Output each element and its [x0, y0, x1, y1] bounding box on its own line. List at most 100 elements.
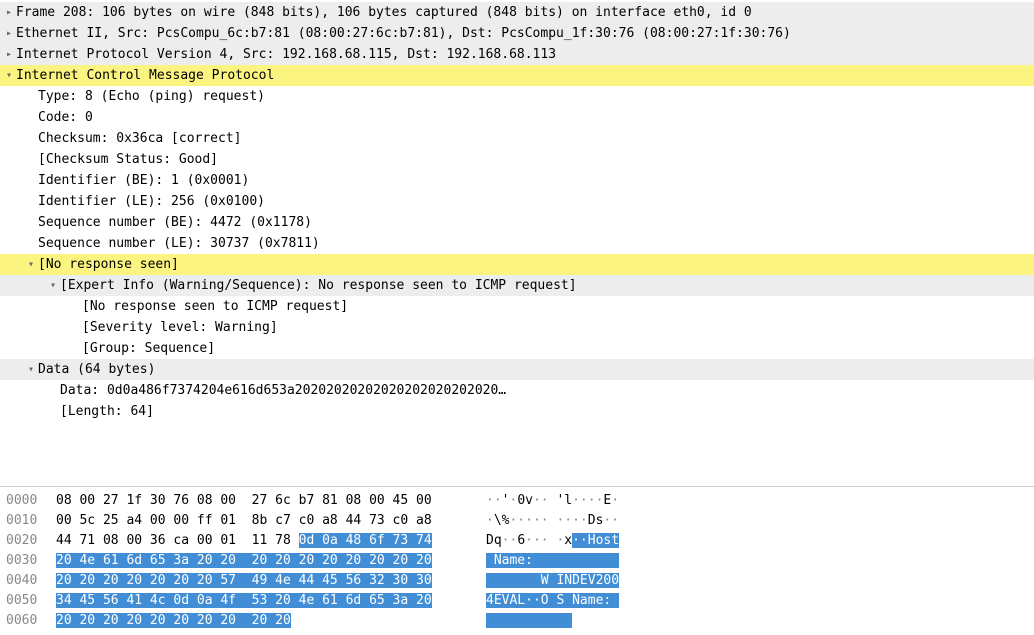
tree-row-icmp[interactable]: ▾ Internet Control Message Protocol	[0, 65, 1034, 86]
hex-ascii-segment[interactable]: 'l	[556, 493, 572, 508]
hex-ascii-segment[interactable]: O S Name:	[541, 593, 619, 608]
hex-ascii[interactable]	[486, 611, 686, 631]
tree-row-icmp-seq-le[interactable]: ▸ Sequence number (LE): 30737 (0x7811)	[0, 233, 1034, 254]
tree-row-data-length[interactable]: ▸ [Length: 64]	[0, 401, 1034, 422]
hex-ascii[interactable]: Name:	[486, 551, 686, 571]
hex-ascii-segment[interactable]: ··	[603, 513, 619, 528]
hex-ascii-segment[interactable]: ··	[572, 533, 588, 548]
hex-ascii-segment[interactable]: 4EVAL	[486, 593, 525, 608]
hex-row[interactable]: 001000 5c 25 a4 00 00 ff 01 8b c7 c0 a8 …	[6, 511, 1028, 531]
hex-bytes[interactable]: 00 5c 25 a4 00 00 ff 01 8b c7 c0 a8 44 7…	[56, 511, 486, 531]
hex-ascii-segment[interactable]: Name:	[486, 553, 619, 568]
hex-ascii-segment[interactable]: ··	[533, 493, 556, 508]
hex-ascii-segment[interactable]: ·	[486, 513, 494, 528]
tree-row-icmp-seq-be[interactable]: ▸ Sequence number (BE): 4472 (0x1178)	[0, 212, 1034, 233]
hex-offset: 0020	[6, 531, 56, 551]
hex-ascii-segment[interactable]	[486, 613, 572, 628]
hex-bytes[interactable]: 20 20 20 20 20 20 20 57 49 4e 44 45 56 3…	[56, 571, 486, 591]
tree-row-icmp-checksum-status[interactable]: ▸ [Checksum Status: Good]	[0, 149, 1034, 170]
no-response-label: [No response seen]	[38, 254, 179, 275]
hex-ascii-segment[interactable]: 6	[517, 533, 525, 548]
hex-bytes[interactable]: 08 00 27 1f 30 76 08 00 27 6c b7 81 08 0…	[56, 491, 486, 511]
hex-offset: 0060	[6, 611, 56, 631]
expert-severity-value: [Severity level: Warning]	[82, 317, 278, 338]
hex-ascii[interactable]: 4EVAL··O S Name:	[486, 591, 686, 611]
expert-detail-value: [No response seen to ICMP request]	[82, 296, 348, 317]
expand-arrow-icon[interactable]: ▸	[2, 2, 16, 23]
collapse-arrow-icon[interactable]: ▾	[2, 65, 16, 86]
icmp-seq-le-value: Sequence number (LE): 30737 (0x7811)	[38, 233, 320, 254]
frame-summary: Frame 208: 106 bytes on wire (848 bits),…	[16, 2, 752, 23]
hex-byte-segment[interactable]: 20 4e 61 6d 65 3a 20 20 20 20 20 20 20 2…	[56, 553, 432, 568]
hex-ascii[interactable]: Dq··6··· ·x··Host	[486, 531, 686, 551]
tree-row-data[interactable]: ▾ Data (64 bytes)	[0, 359, 1034, 380]
hex-ascii-segment[interactable]: Dq	[486, 533, 502, 548]
icmp-checksum-value: Checksum: 0x36ca [correct]	[38, 128, 242, 149]
hex-byte-segment[interactable]: 20 20 20 20 20 20 20 20 20 20	[56, 613, 291, 628]
hex-bytes[interactable]: 20 20 20 20 20 20 20 20 20 20	[56, 611, 486, 631]
hex-byte-segment[interactable]: 0d 0a 48 6f 73 74	[299, 533, 432, 548]
icmp-id-le-value: Identifier (LE): 256 (0x0100)	[38, 191, 265, 212]
tree-row-icmp-id-be[interactable]: ▸ Identifier (BE): 1 (0x0001)	[0, 170, 1034, 191]
hex-offset: 0010	[6, 511, 56, 531]
hex-ascii-segment[interactable]: ····	[572, 493, 603, 508]
hex-offset: 0040	[6, 571, 56, 591]
tree-row-no-response[interactable]: ▾ [No response seen]	[0, 254, 1034, 275]
hex-row[interactable]: 004020 20 20 20 20 20 20 57 49 4e 44 45 …	[6, 571, 1028, 591]
hex-ascii-segment[interactable]: x	[564, 533, 572, 548]
expand-arrow-icon[interactable]: ▸	[2, 44, 16, 65]
hex-row[interactable]: 006020 20 20 20 20 20 20 20 20 20	[6, 611, 1028, 631]
hex-ascii-segment[interactable]: 0v	[517, 493, 533, 508]
expert-group-value: [Group: Sequence]	[82, 338, 215, 359]
packet-bytes-pane[interactable]: 000008 00 27 1f 30 76 08 00 27 6c b7 81 …	[0, 486, 1034, 635]
tree-row-icmp-checksum[interactable]: ▸ Checksum: 0x36ca [correct]	[0, 128, 1034, 149]
tree-row-expert-detail-3[interactable]: ▸ [Group: Sequence]	[0, 338, 1034, 359]
icmp-checksum-status-value: [Checksum Status: Good]	[38, 149, 218, 170]
collapse-arrow-icon[interactable]: ▾	[24, 359, 38, 380]
tree-row-ipv4[interactable]: ▸ Internet Protocol Version 4, Src: 192.…	[0, 44, 1034, 65]
hex-byte-segment[interactable]: 34 45 56 41 4c 0d 0a 4f 53 20 4e 61 6d 6…	[56, 593, 432, 608]
hex-byte-segment[interactable]: 44 71 08 00 36 ca 00 01 11 78	[56, 533, 299, 548]
hex-ascii-segment[interactable]: ··	[486, 493, 502, 508]
hex-ascii-segment[interactable]: ··	[525, 593, 541, 608]
hex-row[interactable]: 005034 45 56 41 4c 0d 0a 4f 53 20 4e 61 …	[6, 591, 1028, 611]
tree-row-frame[interactable]: ▸ Frame 208: 106 bytes on wire (848 bits…	[0, 2, 1034, 23]
tree-row-expert-detail-2[interactable]: ▸ [Severity level: Warning]	[0, 317, 1034, 338]
hex-ascii[interactable]: W INDEV200	[486, 571, 686, 591]
expert-info-summary: [Expert Info (Warning/Sequence): No resp…	[60, 275, 577, 296]
hex-bytes[interactable]: 44 71 08 00 36 ca 00 01 11 78 0d 0a 48 6…	[56, 531, 486, 551]
hex-ascii-segment[interactable]: W INDEV200	[486, 573, 619, 588]
hex-ascii-segment[interactable]: ··	[502, 533, 518, 548]
packet-details-pane[interactable]: ▸ Frame 208: 106 bytes on wire (848 bits…	[0, 0, 1034, 486]
tree-row-data-value[interactable]: ▸ Data: 0d0a486f7374204e616d653a20202020…	[0, 380, 1034, 401]
hex-ascii[interactable]: ·\%····· ····Ds··	[486, 511, 686, 531]
hex-byte-segment[interactable]: 20 20 20 20 20 20 20 57 49 4e 44 45 56 3…	[56, 573, 432, 588]
hex-row[interactable]: 003020 4e 61 6d 65 3a 20 20 20 20 20 20 …	[6, 551, 1028, 571]
hex-ascii[interactable]: ··'·0v·· 'l····E·	[486, 491, 686, 511]
expand-arrow-icon[interactable]: ▸	[2, 23, 16, 44]
icmp-seq-be-value: Sequence number (BE): 4472 (0x1178)	[38, 212, 312, 233]
hex-row[interactable]: 002044 71 08 00 36 ca 00 01 11 78 0d 0a …	[6, 531, 1028, 551]
data-summary: Data (64 bytes)	[38, 359, 155, 380]
hex-ascii-segment[interactable]: \%	[494, 513, 510, 528]
tree-row-expert-detail-1[interactable]: ▸ [No response seen to ICMP request]	[0, 296, 1034, 317]
tree-row-icmp-type[interactable]: ▸ Type: 8 (Echo (ping) request)	[0, 86, 1034, 107]
hex-byte-segment[interactable]: 08 00 27 1f 30 76 08 00 27 6c b7 81 08 0…	[56, 493, 432, 508]
hex-byte-segment[interactable]: 00 5c 25 a4 00 00 ff 01 8b c7 c0 a8 44 7…	[56, 513, 432, 528]
hex-row[interactable]: 000008 00 27 1f 30 76 08 00 27 6c b7 81 …	[6, 491, 1028, 511]
icmp-summary: Internet Control Message Protocol	[16, 65, 274, 86]
collapse-arrow-icon[interactable]: ▾	[46, 275, 60, 296]
hex-bytes[interactable]: 20 4e 61 6d 65 3a 20 20 20 20 20 20 20 2…	[56, 551, 486, 571]
hex-bytes[interactable]: 34 45 56 41 4c 0d 0a 4f 53 20 4e 61 6d 6…	[56, 591, 486, 611]
hex-ascii-segment[interactable]: ····· ····	[509, 513, 587, 528]
hex-ascii-segment[interactable]: ··· ·	[525, 533, 564, 548]
tree-row-expert-info[interactable]: ▾ [Expert Info (Warning/Sequence): No re…	[0, 275, 1034, 296]
tree-row-icmp-code[interactable]: ▸ Code: 0	[0, 107, 1034, 128]
ipv4-summary: Internet Protocol Version 4, Src: 192.16…	[16, 44, 556, 65]
hex-ascii-segment[interactable]: ·	[611, 493, 619, 508]
hex-ascii-segment[interactable]: Host	[588, 533, 619, 548]
hex-ascii-segment[interactable]: Ds	[588, 513, 604, 528]
tree-row-icmp-id-le[interactable]: ▸ Identifier (LE): 256 (0x0100)	[0, 191, 1034, 212]
tree-row-ethernet[interactable]: ▸ Ethernet II, Src: PcsCompu_6c:b7:81 (0…	[0, 23, 1034, 44]
collapse-arrow-icon[interactable]: ▾	[24, 254, 38, 275]
